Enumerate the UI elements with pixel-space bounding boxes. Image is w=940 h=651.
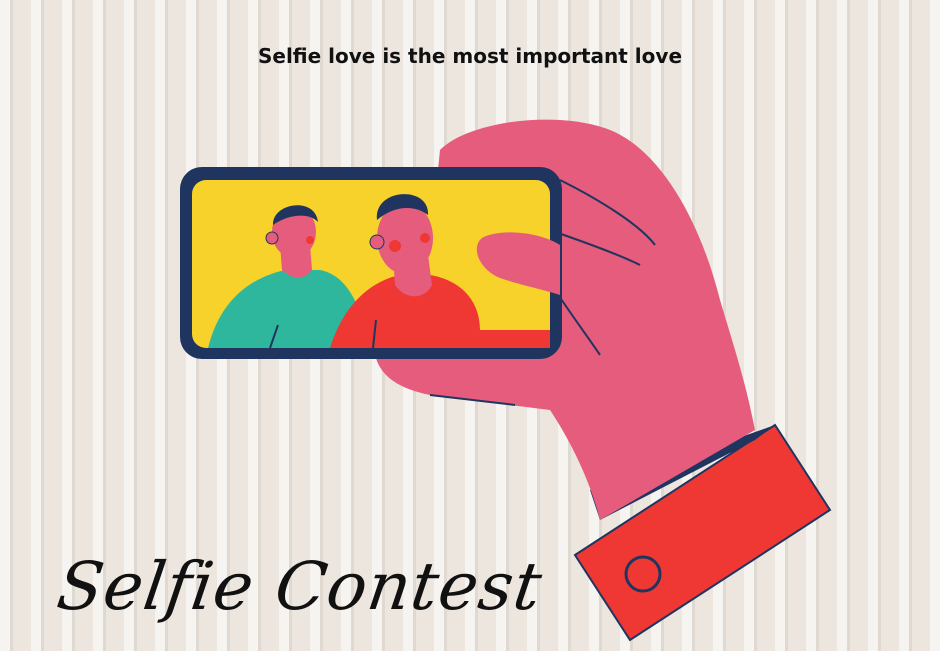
- contest-title: Selfie Contest: [52, 548, 548, 625]
